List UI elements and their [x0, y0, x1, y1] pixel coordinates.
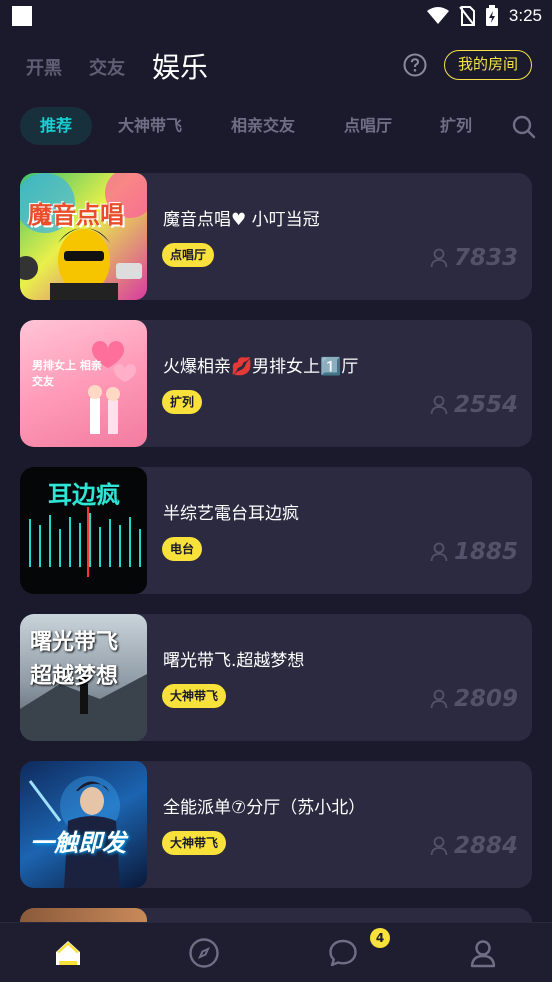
- category-tab-carry[interactable]: 大神带飞: [118, 107, 182, 145]
- room-listener-count: 7833: [430, 245, 518, 271]
- room-listener-count: 2554: [430, 392, 518, 418]
- my-room-button[interactable]: 我的房间: [444, 50, 532, 80]
- room-thumbnail-title: 男排女上 相亲交友: [32, 359, 102, 388]
- room-card[interactable]: 男排女上 相亲交友 火爆相亲💋男排女上1️⃣厅 扩列 2554: [20, 320, 532, 447]
- room-tag: 大神带飞: [162, 684, 227, 708]
- battery-charging-icon: [485, 5, 498, 26]
- room-thumbnail: 魔音点唱: [20, 173, 147, 300]
- category-tabs: 推荐 大神带飞 相亲交友 点唱厅 扩列: [0, 107, 552, 145]
- status-bar: 3:25: [0, 0, 552, 32]
- compass-icon[interactable]: [188, 937, 220, 969]
- room-listener-count: 2809: [430, 686, 518, 712]
- room-card[interactable]: 曙光带飞 超越梦想 曙光带飞.超越梦想 大神带飞 2809: [20, 614, 532, 741]
- top-nav: 开黑 交友 娱乐 我的房间: [0, 40, 552, 92]
- room-thumbnail: 一触即发: [20, 761, 147, 888]
- room-thumbnail-title: 曙光带飞 超越梦想: [30, 630, 119, 689]
- room-title: 全能派单⑦分厅（苏小北）: [163, 798, 366, 818]
- room-listener-count: 1885: [430, 539, 518, 565]
- message-badge: 4: [370, 928, 390, 948]
- room-card[interactable]: 一触即发 全能派单⑦分厅（苏小北） 大神带飞 2884: [20, 761, 532, 888]
- room-card[interactable]: 魔音点唱 魔音点唱♥ 小叮当冠 点唱厅 7833: [20, 173, 532, 300]
- status-time: 3:25: [508, 6, 542, 25]
- category-tab-kuolie[interactable]: 扩列: [440, 107, 472, 145]
- room-tag: 扩列: [162, 390, 203, 414]
- room-count-value: 2884: [453, 833, 518, 859]
- search-icon[interactable]: [512, 115, 536, 139]
- help-icon[interactable]: [403, 53, 427, 77]
- room-title: 魔音点唱♥ 小叮当冠: [163, 210, 320, 230]
- profile-icon[interactable]: [467, 937, 499, 969]
- tab-kaihei[interactable]: 开黑: [26, 54, 62, 80]
- room-thumbnail-title: 一触即发: [30, 829, 126, 857]
- category-tab-dating[interactable]: 相亲交友: [231, 107, 295, 145]
- person-icon: [430, 542, 448, 562]
- no-sim-icon: [459, 6, 475, 26]
- room-card[interactable]: 耳边疯 半综艺電台耳边疯 电台 1885: [20, 467, 532, 594]
- room-title: 火爆相亲💋男排女上1️⃣厅: [163, 357, 359, 377]
- room-title: 半综艺電台耳边疯: [163, 504, 299, 524]
- room-thumbnail-title: 魔音点唱: [28, 201, 124, 229]
- room-title: 曙光带飞.超越梦想: [163, 651, 305, 671]
- person-icon: [430, 248, 448, 268]
- person-icon: [430, 836, 448, 856]
- person-icon: [430, 395, 448, 415]
- person-icon: [430, 689, 448, 709]
- home-icon[interactable]: [52, 937, 84, 969]
- category-tab-recommend[interactable]: 推荐: [20, 107, 92, 145]
- tab-jiaoyou[interactable]: 交友: [89, 54, 125, 80]
- room-count-value: 2809: [453, 686, 518, 712]
- room-tag: 电台: [162, 537, 203, 561]
- room-thumbnail: 曙光带飞 超越梦想: [20, 614, 147, 741]
- bottom-nav: 4: [0, 922, 552, 982]
- wifi-icon: [426, 7, 449, 24]
- room-thumbnail: 男排女上 相亲交友: [20, 320, 147, 447]
- category-tab-karaoke[interactable]: 点唱厅: [344, 107, 392, 145]
- notification-icon: [12, 6, 32, 26]
- room-tag: 点唱厅: [162, 243, 215, 267]
- room-count-value: 1885: [453, 539, 518, 565]
- room-count-value: 2554: [453, 392, 518, 418]
- room-count-value: 7833: [453, 245, 518, 271]
- status-icons: 3:25: [426, 4, 542, 28]
- message-icon[interactable]: [327, 937, 359, 969]
- room-listener-count: 2884: [430, 833, 518, 859]
- room-thumbnail-art: [20, 173, 147, 300]
- room-thumbnail: 耳边疯: [20, 467, 147, 594]
- tab-yule[interactable]: 娱乐: [152, 46, 208, 86]
- room-tag: 大神带飞: [162, 831, 227, 855]
- room-thumbnail-title: 耳边疯: [48, 481, 120, 509]
